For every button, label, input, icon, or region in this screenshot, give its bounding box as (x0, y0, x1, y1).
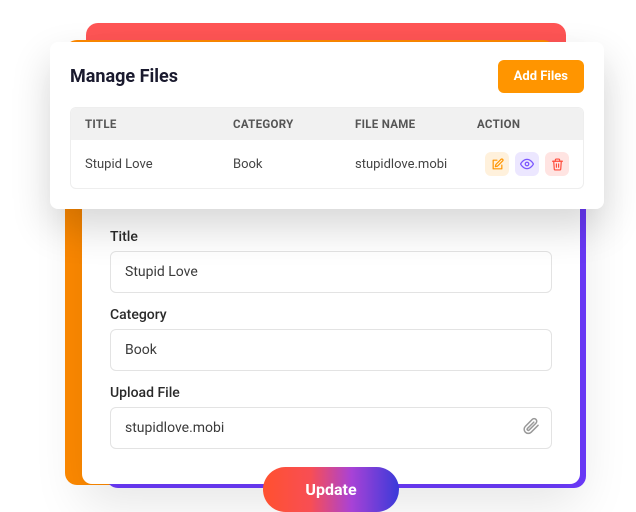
view-icon[interactable] (515, 152, 539, 176)
upload-input[interactable] (110, 407, 552, 449)
edit-icon[interactable] (485, 152, 509, 176)
upload-row (110, 407, 552, 449)
row-file: stupidlove.mobi (355, 157, 477, 172)
col-category: CATEGORY (233, 117, 355, 131)
title-input[interactable] (110, 251, 552, 293)
row-actions (477, 152, 569, 176)
col-action: ACTION (477, 117, 569, 131)
upload-label: Upload File (110, 385, 552, 401)
delete-icon[interactable] (545, 152, 569, 176)
title-label: Title (110, 229, 552, 245)
col-title: TITLE (85, 117, 233, 131)
table-row: Stupid Love Book stupidlove.mobi (71, 140, 583, 188)
files-table: TITLE CATEGORY FILE NAME ACTION Stupid L… (70, 107, 584, 189)
row-title: Stupid Love (85, 157, 233, 172)
row-category: Book (233, 157, 355, 172)
manage-files-card: Manage Files Add Files TITLE CATEGORY FI… (50, 42, 604, 209)
paperclip-icon[interactable] (522, 417, 540, 439)
update-button[interactable]: Update (263, 467, 398, 512)
table-header: TITLE CATEGORY FILE NAME ACTION (71, 108, 583, 140)
add-files-button[interactable]: Add Files (498, 60, 584, 93)
category-input[interactable] (110, 329, 552, 371)
col-file: FILE NAME (355, 117, 477, 131)
manage-title: Manage Files (70, 66, 178, 87)
manage-header: Manage Files Add Files (70, 60, 584, 93)
category-label: Category (110, 307, 552, 323)
